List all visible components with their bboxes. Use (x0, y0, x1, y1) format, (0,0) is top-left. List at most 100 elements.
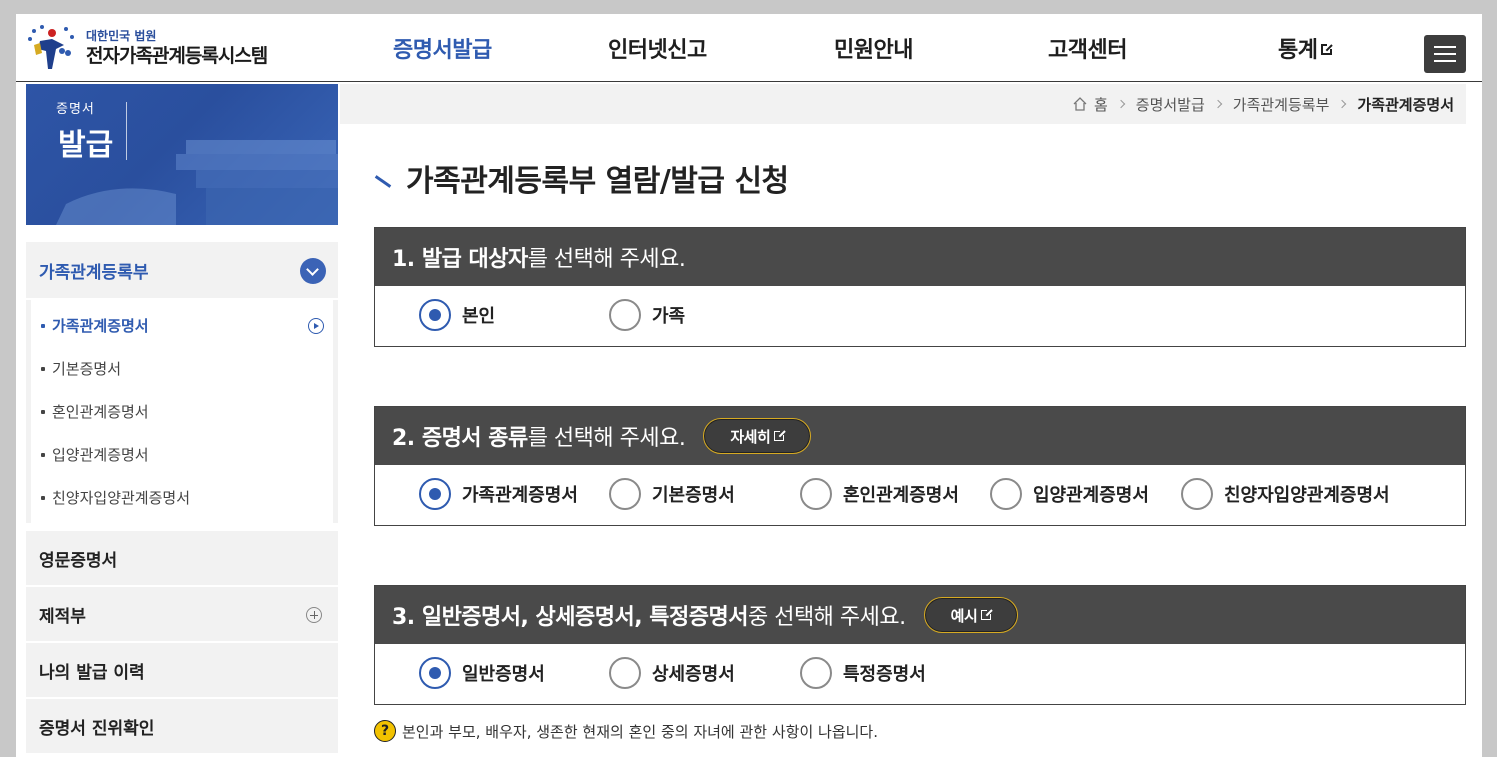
radio-circle[interactable] (609, 478, 641, 510)
radio-circle[interactable] (419, 657, 451, 689)
radio-full-adoption[interactable]: 친양자입양관계증명서 (1181, 478, 1390, 510)
section-header-text: 중 선택해 주세요. (747, 605, 906, 630)
nav-certificate-issuance[interactable]: 증명서발급 (393, 32, 492, 64)
radio-family-relation[interactable]: 가족관계증명서 (419, 478, 578, 510)
banner-text-top: 증명서 (56, 102, 95, 117)
chevron-down-icon[interactable] (300, 258, 326, 284)
radio-circle[interactable] (419, 478, 451, 510)
breadcrumb-item[interactable]: 가족관계등록부 (1233, 94, 1330, 115)
hamburger-menu-button[interactable] (1424, 35, 1466, 73)
sidebar-item-my-issue-history[interactable]: 나의 발급 이력 (26, 641, 338, 697)
submenu-item-label: 친양자입양관계증명서 (52, 489, 191, 507)
radio-label: 본인 (462, 306, 496, 327)
section-header: 2. 증명서 종류 를 선택해 주세요. 자세히 (375, 407, 1465, 465)
radio-adoption[interactable]: 입양관계증명서 (990, 478, 1149, 510)
external-link-icon (774, 429, 787, 441)
submenu-item-label: 입양관계증명서 (52, 446, 149, 464)
submenu-item-marriage[interactable]: 혼인관계증명서 (31, 390, 333, 433)
page-title-text: 가족관계등록부 열람/발급 신청 (406, 164, 789, 199)
page-title: 가족관계등록부 열람/발급 신청 (374, 156, 789, 200)
question-icon: ? (374, 720, 396, 742)
radio-specific[interactable]: 특정증명서 (800, 657, 926, 689)
section-certificate-detail: 3. 일반증명서, 상세증명서, 특정증명서 중 선택해 주세요. 예시 일반증… (374, 585, 1466, 705)
site-logo[interactable]: 대한민국 법원 전자가족관계등록시스템 (26, 20, 296, 76)
bullet-icon (41, 323, 45, 328)
logo-title: 전자가족관계등록시스템 (86, 45, 268, 67)
banner-text-main: 발급 (58, 128, 114, 163)
details-button[interactable]: 자세히 (703, 418, 812, 454)
radio-label: 가족관계증명서 (462, 485, 578, 506)
hamburger-icon (1434, 46, 1456, 48)
sidebar-item-label: 나의 발급 이력 (39, 662, 145, 683)
radio-label: 가족 (652, 306, 686, 327)
nav-customer-center[interactable]: 고객센터 (1048, 32, 1127, 64)
submenu-item-basic[interactable]: 기본증명서 (31, 347, 333, 390)
sidebar-item-certificate-verify[interactable]: 증명서 진위확인 (26, 697, 338, 753)
section-header: 1. 발급 대상자 를 선택해 주세요. (375, 228, 1465, 286)
chevron-right-icon (1213, 99, 1223, 109)
radio-family[interactable]: 가족 (609, 299, 685, 331)
radio-self[interactable]: 본인 (419, 299, 495, 331)
radio-basic[interactable]: 기본증명서 (609, 478, 735, 510)
nav-civil-guide[interactable]: 민원안내 (834, 32, 913, 64)
radio-label: 기본증명서 (652, 485, 735, 506)
section-target: 1. 발급 대상자 를 선택해 주세요. 본인 가족 (374, 227, 1466, 347)
external-link-icon (1321, 43, 1334, 55)
radio-label: 혼인관계증명서 (843, 485, 959, 506)
example-button-label: 예시 (950, 606, 978, 625)
radio-general[interactable]: 일반증명서 (419, 657, 545, 689)
title-mark-icon (374, 174, 392, 188)
section-certificate-type: 2. 증명서 종류 를 선택해 주세요. 자세히 가족관계증명서 기본증명서 혼인… (374, 406, 1466, 526)
radio-detailed[interactable]: 상세증명서 (609, 657, 735, 689)
radio-circle[interactable] (800, 657, 832, 689)
submenu-item-label: 기본증명서 (52, 360, 122, 378)
breadcrumb-item[interactable]: 증명서발급 (1136, 94, 1205, 115)
bullet-icon (41, 409, 45, 414)
breadcrumb-home[interactable]: 홈 (1094, 94, 1108, 115)
radio-circle[interactable] (609, 657, 641, 689)
sidebar-item-english-certificate[interactable]: 영문증명서 (26, 529, 338, 585)
header: 대한민국 법원 전자가족관계등록시스템 증명서발급 인터넷신고 민원안내 고객센… (16, 14, 1482, 82)
radio-circle[interactable] (419, 299, 451, 331)
section-header-text: 를 선택해 주세요. (527, 247, 686, 272)
radio-label: 특정증명서 (843, 664, 926, 685)
radio-marriage[interactable]: 혼인관계증명서 (800, 478, 959, 510)
play-circle-icon (308, 318, 324, 334)
submenu-item-label: 혼인관계증명서 (52, 403, 149, 421)
radio-circle[interactable] (1181, 478, 1213, 510)
section-header: 3. 일반증명서, 상세증명서, 특정증명서 중 선택해 주세요. 예시 (375, 586, 1465, 644)
details-button-label: 자세히 (730, 427, 771, 446)
radio-circle[interactable] (990, 478, 1022, 510)
radio-circle[interactable] (609, 299, 641, 331)
sidebar-item-label: 제적부 (39, 606, 86, 627)
sidebar-item-removed-register[interactable]: 제적부 (26, 585, 338, 641)
breadcrumb: 홈 증명서발급 가족관계등록부 가족관계증명서 (340, 84, 1466, 124)
nav-internet-report[interactable]: 인터넷신고 (608, 32, 707, 64)
example-button[interactable]: 예시 (923, 597, 1019, 633)
radio-label: 일반증명서 (462, 664, 545, 685)
submenu-item-label: 가족관계증명서 (52, 317, 149, 335)
banner-divider (126, 102, 127, 160)
radio-circle[interactable] (800, 478, 832, 510)
radio-label: 친양자입양관계증명서 (1224, 485, 1390, 506)
nav-statistics-label: 통계 (1278, 38, 1318, 63)
court-emblem-icon (26, 23, 78, 73)
submenu-item-family-relation[interactable]: 가족관계증명서 (31, 304, 333, 347)
sidebar-item-family-register[interactable]: 가족관계등록부 (26, 242, 338, 300)
nav-statistics[interactable]: 통계 (1278, 32, 1334, 64)
help-note: ? 본인과 부모, 배우자, 생존한 현재의 혼인 중의 자녀에 관한 사항이 … (374, 720, 878, 742)
sidebar-item-label: 가족관계등록부 (39, 262, 149, 283)
sidebar-item-label: 영문증명서 (39, 550, 118, 571)
chevron-right-icon (1116, 99, 1126, 109)
submenu-item-adoption[interactable]: 입양관계증명서 (31, 433, 333, 476)
plus-circle-icon[interactable] (306, 607, 322, 623)
external-link-icon (981, 608, 994, 620)
home-icon (1073, 97, 1087, 111)
sidebar-submenu: 가족관계증명서 기본증명서 혼인관계증명서 입양관계증명서 친양자입양관계증명서 (26, 300, 338, 523)
section-header-bold: 3. 일반증명서, 상세증명서, 특정증명서 (392, 605, 748, 630)
sidebar-item-label: 증명서 진위확인 (39, 718, 155, 739)
submenu-item-full-adoption[interactable]: 친양자입양관계증명서 (31, 476, 333, 519)
section-header-bold: 2. 증명서 종류 (392, 426, 528, 451)
logo-subtitle: 대한민국 법원 (86, 29, 157, 43)
chevron-right-icon (1338, 99, 1347, 109)
